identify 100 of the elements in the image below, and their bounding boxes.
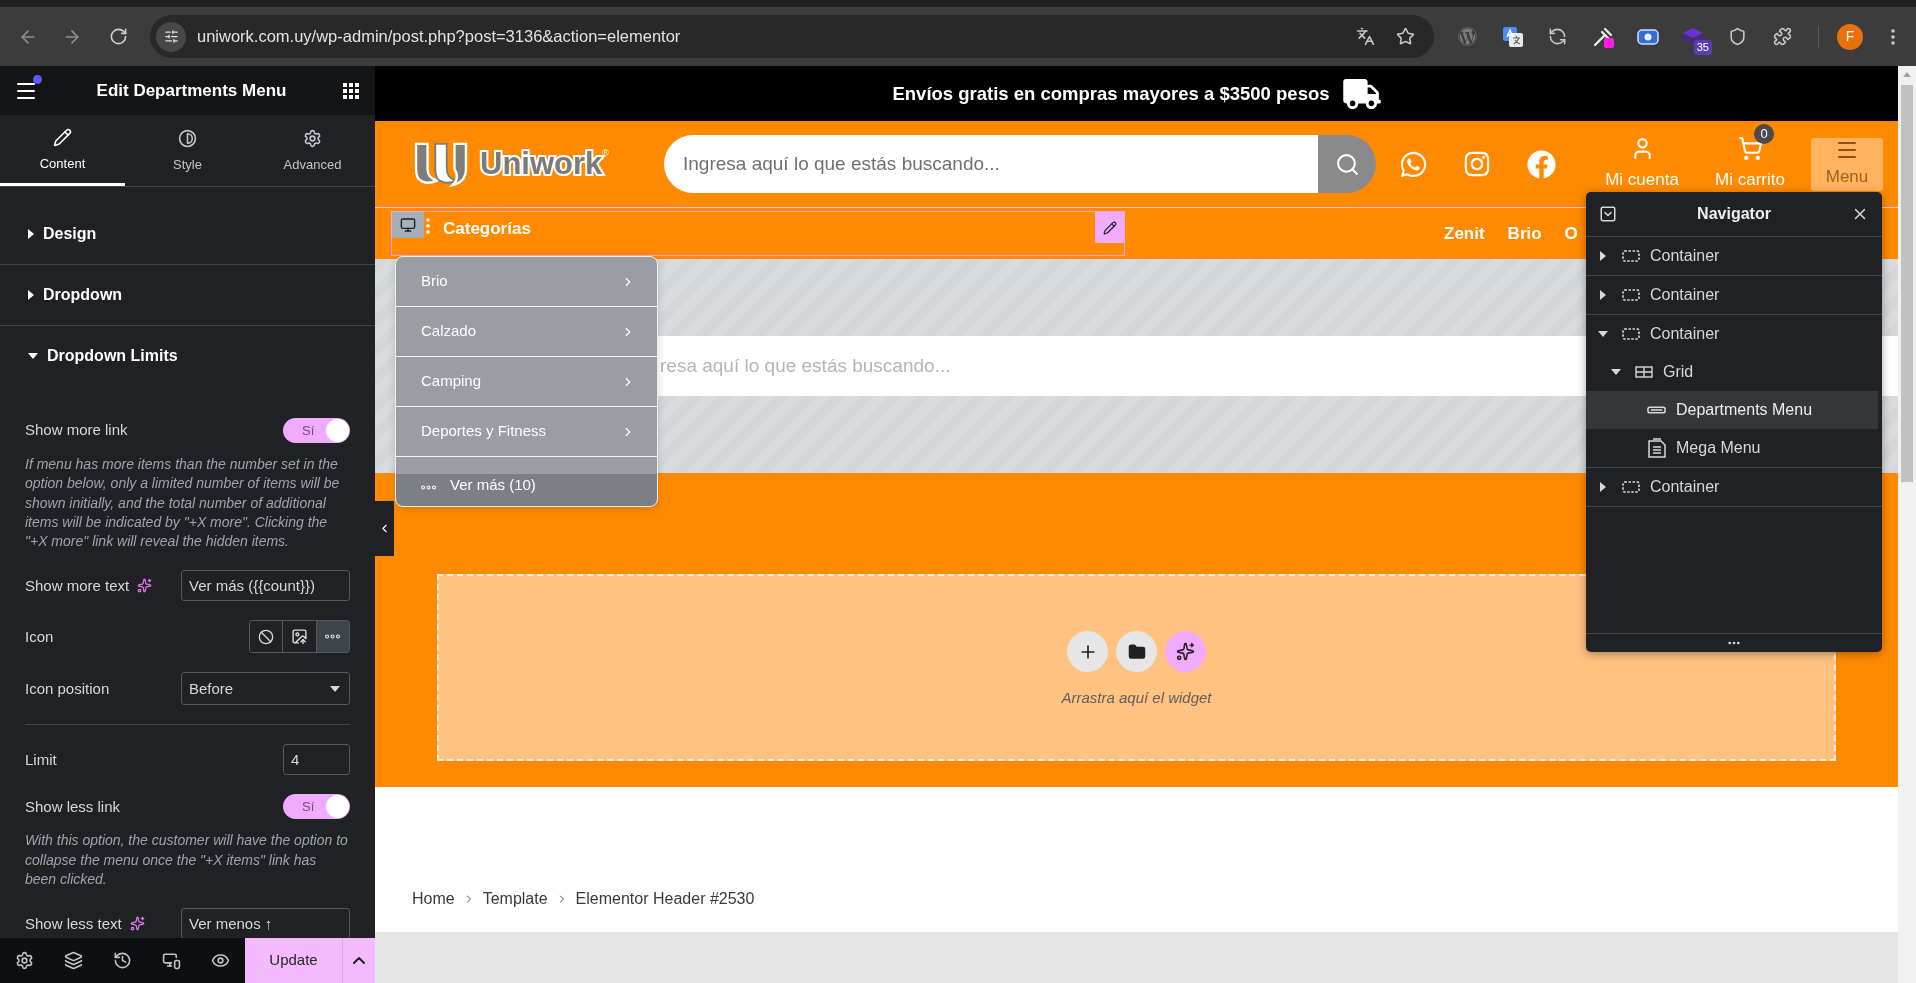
rectangle-icon xyxy=(1647,406,1666,414)
ai-button[interactable] xyxy=(1165,631,1206,672)
container-icon xyxy=(1621,481,1640,493)
site-info-button[interactable] xyxy=(156,21,186,52)
breadcrumb-link[interactable]: Template xyxy=(482,887,548,911)
kebab-menu-icon xyxy=(1891,28,1895,45)
translate-icon xyxy=(1355,27,1375,46)
chevron-up-icon xyxy=(353,957,365,964)
collapse-all-button[interactable] xyxy=(1598,204,1618,224)
control-label: Limit xyxy=(25,749,57,770)
navigator-item[interactable]: Container xyxy=(1586,468,1878,506)
half-circle-icon xyxy=(178,129,197,149)
navigator-item[interactable]: Container xyxy=(1586,237,1878,275)
facebook-icon xyxy=(1526,149,1556,179)
devices-icon xyxy=(162,951,181,970)
logo-wordmark: Uniwork xyxy=(480,144,603,183)
sync-icon xyxy=(1548,27,1567,46)
navigator-item[interactable]: Grid xyxy=(1586,353,1878,391)
address-bar[interactable]: uniwork.com.uy/wp-admin/post.php?post=3136&action=elementor xyxy=(150,15,1434,58)
panel-tab[interactable]: Content xyxy=(0,115,125,186)
sparkle-icon xyxy=(1176,642,1195,661)
eye-icon xyxy=(211,951,230,970)
tune-icon xyxy=(163,29,179,44)
truck-icon xyxy=(1342,78,1381,109)
control-label: Show more link xyxy=(25,420,128,441)
widgets-button[interactable] xyxy=(341,80,361,101)
control-label: Show less link xyxy=(25,796,121,817)
control-label: Icon xyxy=(25,626,54,647)
search-field[interactable]: Ingresa aquí lo que estás buscando... xyxy=(664,135,1318,193)
shield-icon xyxy=(1728,27,1747,46)
wordpress-icon xyxy=(1458,27,1477,46)
panel-title: Edit Departments Menu xyxy=(95,79,288,102)
whatsapp-icon xyxy=(1398,149,1428,179)
cart-link[interactable]: 0 Mi carrito xyxy=(1710,121,1790,193)
element-handle[interactable] xyxy=(392,212,424,238)
toggle-switch[interactable]: Sí xyxy=(283,418,350,443)
add-section-button[interactable] xyxy=(1067,631,1108,672)
container-icon xyxy=(1621,289,1640,301)
update-button[interactable]: Update xyxy=(245,938,342,983)
section-header[interactable]: Dropdown Limits xyxy=(0,326,375,386)
cart-count-badge: 0 xyxy=(1754,123,1774,144)
vertical-dots-icon xyxy=(426,218,430,234)
extension-button[interactable]: 35 xyxy=(1670,18,1715,55)
text-input[interactable]: Ver menos ↑ xyxy=(181,908,350,938)
text-input[interactable]: Ver más ({{count}}) xyxy=(181,570,350,602)
image-upload-icon xyxy=(291,628,308,646)
show-more-link[interactable]: Ver más (10) xyxy=(396,457,657,506)
panel-tab[interactable]: Advanced xyxy=(250,115,375,186)
reload-icon xyxy=(108,27,128,46)
select-field[interactable]: Before xyxy=(181,672,350,706)
square-caret-icon xyxy=(1599,205,1617,223)
extension-badge: 35 xyxy=(1693,39,1712,55)
registered-mark: ® xyxy=(602,147,609,158)
edit-button[interactable] xyxy=(1095,212,1125,243)
search-icon xyxy=(1334,151,1360,177)
control-label: Show less text xyxy=(25,913,122,934)
grid-icon xyxy=(343,82,359,99)
breadcrumb-current: Elementor Header #2530 xyxy=(575,889,755,909)
pencil-icon xyxy=(1103,220,1117,235)
widget-title: Categorías xyxy=(443,218,531,240)
pen-icon xyxy=(1591,25,1614,48)
scrollbar-thumb[interactable] xyxy=(1901,85,1913,482)
banner-text: Envíos gratis en compras mayores a $3500 pesos xyxy=(892,81,1330,106)
container-icon xyxy=(1621,250,1640,262)
breadcrumb-link[interactable]: Home xyxy=(412,887,455,911)
container-icon xyxy=(1621,328,1640,340)
panel-tab[interactable]: Style xyxy=(125,115,250,186)
caret-down-icon xyxy=(330,686,340,692)
star-icon xyxy=(1395,27,1415,46)
template-library-button[interactable] xyxy=(1116,631,1157,672)
section-header[interactable]: Dropdown xyxy=(0,265,375,325)
monitor-icon xyxy=(400,217,416,233)
control-label: Show more text xyxy=(25,575,130,596)
switch-knob-icon xyxy=(326,419,349,442)
folder-icon xyxy=(1127,642,1146,661)
puzzle-icon xyxy=(1773,27,1792,46)
save-options-button[interactable] xyxy=(342,938,375,983)
logo-symbol-icon xyxy=(412,140,470,188)
history-icon xyxy=(113,951,132,970)
cart-icon xyxy=(1737,135,1763,161)
ban-icon xyxy=(258,629,275,645)
navigator-item[interactable]: Departments Menu xyxy=(1586,391,1878,429)
gear-icon xyxy=(303,129,322,149)
ellipsis-icon[interactable] xyxy=(1728,641,1740,645)
navigator-title: Navigator xyxy=(1696,204,1772,224)
layers-icon xyxy=(64,951,83,970)
dots-icon xyxy=(421,484,436,490)
instagram-icon xyxy=(1463,150,1491,178)
search-button[interactable] xyxy=(1318,135,1376,193)
drop-zone-caption: Arrastra aquí el widget xyxy=(1061,688,1212,708)
settings-icon xyxy=(15,951,34,970)
translate-icon xyxy=(1502,26,1523,47)
navigator-item[interactable]: Container xyxy=(1586,276,1878,314)
record-icon xyxy=(1636,28,1659,45)
switch-knob-icon xyxy=(326,795,349,819)
navigator-item[interactable]: Mega Menu xyxy=(1586,429,1878,467)
url-text: uniwork.com.uy/wp-admin/post.php?post=3136&action=elementor xyxy=(197,26,681,48)
text-input[interactable]: 4 xyxy=(283,744,350,776)
toggle-switch[interactable]: Sí xyxy=(283,794,350,820)
section-header[interactable]: Design xyxy=(0,204,375,264)
